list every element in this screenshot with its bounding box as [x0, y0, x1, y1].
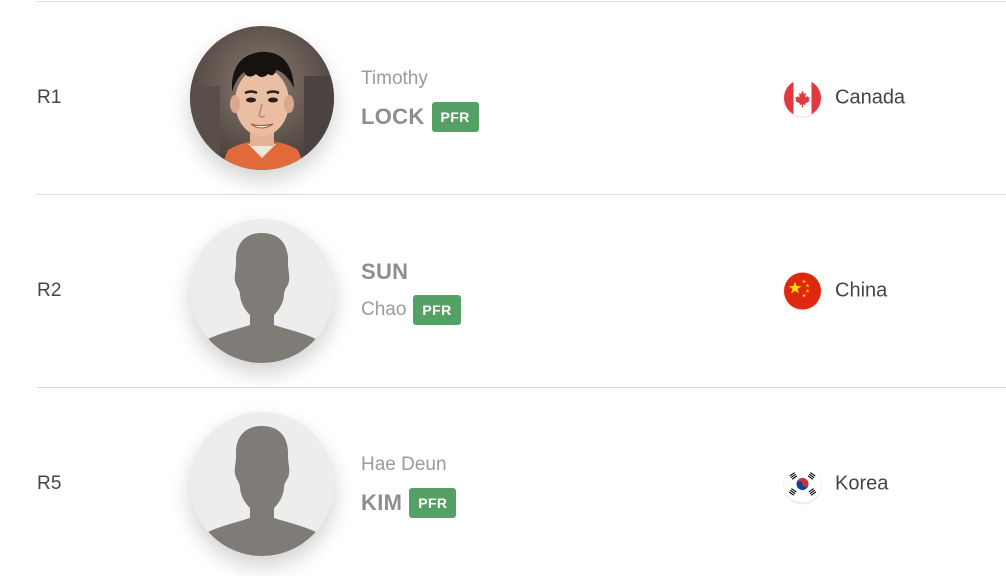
player-name: Timothy LOCK PFR — [361, 64, 479, 132]
silhouette-icon — [190, 219, 334, 363]
given-name: Hae Deun — [361, 454, 447, 475]
player-photo-image — [190, 26, 334, 170]
given-name: Chao — [361, 299, 407, 320]
country: China — [784, 272, 888, 310]
draw-list: R1 Timothy LOCK PFR Canada R2 SUN Chao P… — [0, 0, 1006, 576]
silhouette-icon — [190, 412, 334, 556]
player-row[interactable]: R2 SUN Chao PFR China — [0, 195, 1006, 388]
avatar-placeholder[interactable] — [190, 219, 334, 363]
round-label: R1 — [37, 87, 62, 108]
pfr-badge: PFR — [413, 295, 461, 325]
player-row[interactable]: R1 Timothy LOCK PFR Canada — [0, 2, 1006, 195]
family-name: LOCK — [361, 104, 425, 129]
country-name: Canada — [835, 86, 906, 109]
avatar-placeholder[interactable] — [190, 412, 334, 556]
country-name: China — [835, 279, 888, 302]
player-row[interactable]: R5 Hae Deun KIM PFR Korea — [0, 388, 1006, 576]
korea-flag-icon — [784, 465, 821, 503]
country-name: Korea — [835, 472, 889, 495]
round-label: R5 — [37, 473, 62, 494]
china-flag-icon — [784, 272, 821, 310]
country: Canada — [784, 79, 906, 117]
given-name: Timothy — [361, 68, 428, 89]
country: Korea — [784, 465, 889, 503]
player-photo[interactable] — [190, 26, 334, 170]
pfr-badge: PFR — [409, 488, 457, 518]
player-name: SUN Chao PFR — [361, 257, 461, 325]
pfr-badge: PFR — [431, 102, 479, 132]
family-name: SUN — [361, 259, 409, 284]
round-label: R2 — [37, 280, 62, 301]
player-name: Hae Deun KIM PFR — [361, 450, 457, 518]
canada-flag-icon — [784, 79, 821, 117]
family-name: KIM — [361, 490, 403, 515]
